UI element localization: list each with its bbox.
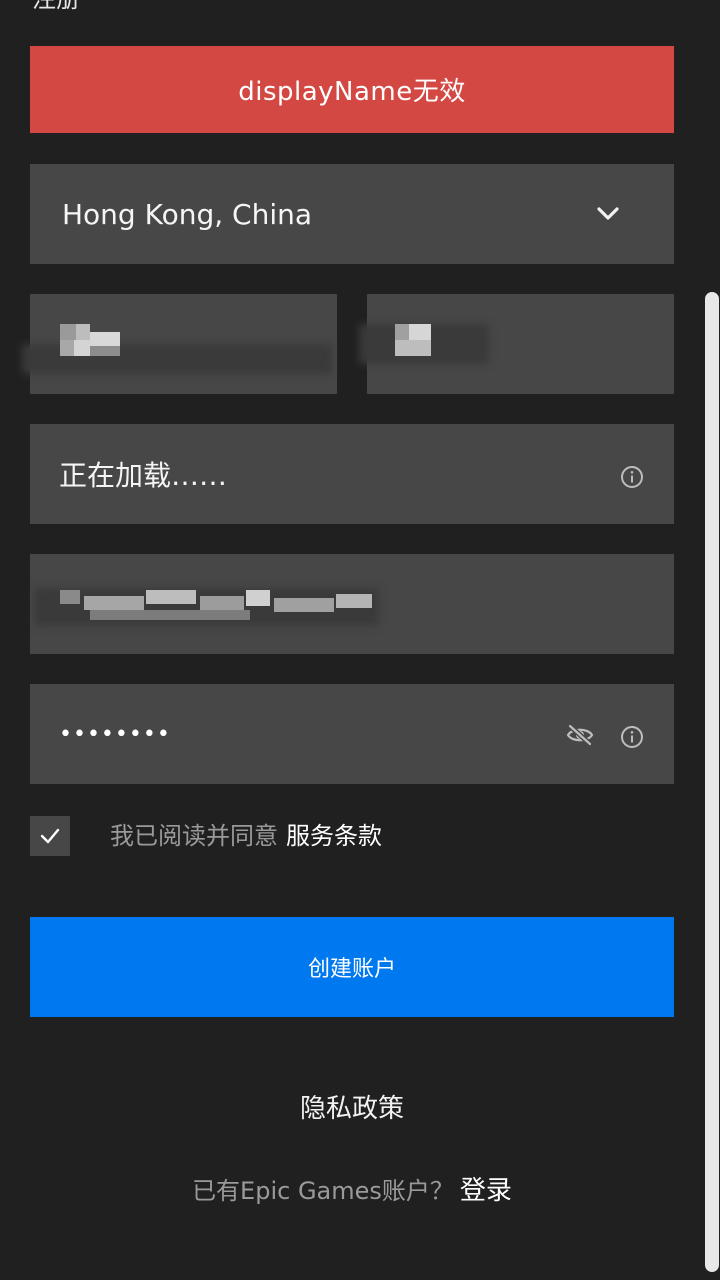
- terms-prefix: 我已阅读并同意: [110, 822, 278, 850]
- privacy-policy-link[interactable]: 隐私政策: [0, 1088, 704, 1125]
- password-value: ••••••••: [59, 721, 171, 747]
- login-link[interactable]: 登录: [460, 1176, 512, 1206]
- redacted-value: [90, 346, 120, 356]
- redacted-value: [395, 324, 409, 340]
- redacted-value: [60, 324, 76, 340]
- checkmark-icon: [40, 828, 60, 844]
- chevron-down-icon: [594, 202, 622, 226]
- error-message: displayName无效: [238, 77, 466, 107]
- first-name-field[interactable]: [22, 294, 337, 394]
- redacted-value: [76, 324, 90, 340]
- redacted-value: [60, 340, 74, 356]
- last-name-field[interactable]: [359, 294, 674, 394]
- create-account-button[interactable]: 创建账户: [30, 917, 674, 1017]
- page-title: 注册: [32, 0, 80, 14]
- info-icon[interactable]: [620, 465, 644, 489]
- display-name-value: 正在加载……: [59, 459, 228, 492]
- redacted-value: [74, 340, 90, 356]
- redacted-value: [409, 324, 431, 340]
- scrollbar-thumb[interactable]: [705, 292, 719, 1272]
- redacted-value: [246, 590, 270, 606]
- redacted-value: [84, 596, 144, 610]
- country-select[interactable]: Hong Kong, China: [30, 164, 674, 264]
- email-field[interactable]: [30, 554, 674, 654]
- redacted-value: [336, 594, 372, 608]
- login-prompt: 已有Epic Games账户？: [192, 1177, 454, 1205]
- error-banner: displayName无效: [30, 46, 674, 133]
- country-value: Hong Kong, China: [62, 197, 313, 231]
- redacted-value: [146, 590, 196, 604]
- terms-of-service-link[interactable]: 服务条款: [286, 822, 382, 850]
- redacted-value: [90, 610, 250, 620]
- redacted-value: [274, 598, 334, 612]
- password-field[interactable]: ••••••••: [30, 684, 674, 784]
- login-row: 已有Epic Games账户？ 登录: [0, 1170, 704, 1207]
- display-name-field[interactable]: 正在加载……: [30, 424, 674, 524]
- redacted-value: [395, 340, 431, 356]
- redacted-value: [60, 590, 80, 604]
- info-icon[interactable]: [620, 725, 644, 749]
- terms-checkbox[interactable]: [30, 816, 70, 856]
- terms-label: 我已阅读并同意 服务条款: [110, 818, 382, 854]
- redacted-value: [90, 332, 120, 346]
- eye-slash-icon[interactable]: [566, 723, 594, 747]
